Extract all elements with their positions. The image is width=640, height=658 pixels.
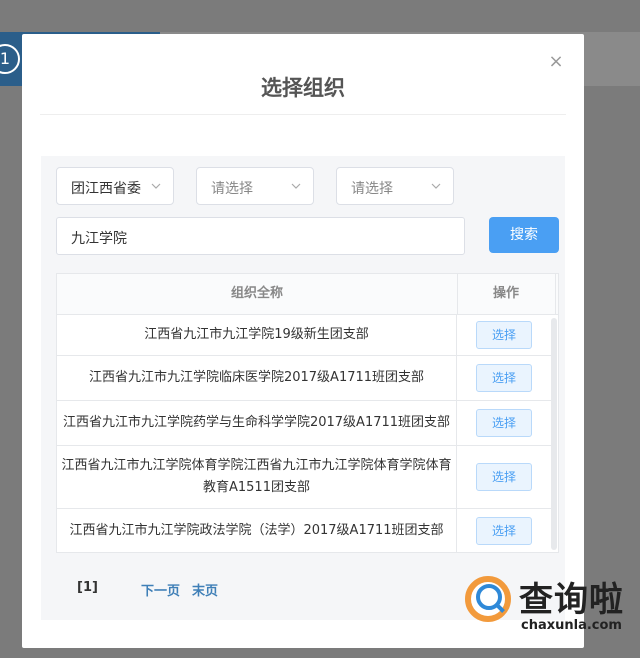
dialog-title: 选择组织 [261,76,345,100]
table-header: 组织全称 操作 [57,274,558,315]
province-select[interactable]: 团江西省委 [56,167,174,205]
pagination-next-link[interactable]: 下一页 [141,580,180,599]
school-select-placeholder: 请选择 [351,181,393,197]
chevron-down-icon [151,183,161,189]
table-scrollbar[interactable] [551,318,557,550]
filter-panel: 团江西省委 请选择 请选择 九江学院 搜索 组织全称 操作 江西省九江市九江学院… [41,156,565,620]
pagination-current: [1] [77,580,98,595]
table-row: 江西省九江市九江学院临床医学院2017级A1711班团支部 选择 [57,356,551,401]
city-select-placeholder: 请选择 [211,181,253,197]
select-button[interactable]: 选择 [476,409,532,437]
pagination-last-link[interactable]: 末页 [192,580,218,599]
table-row: 江西省九江市九江学院政法学院（法学）2017级A1711班团支部 选择 [57,509,551,552]
column-header-name: 组织全称 [57,274,458,314]
keyword-search-input[interactable]: 九江学院 [56,217,465,255]
chevron-down-icon [291,183,301,189]
watermark-brand: 查询啦 [519,580,624,620]
table-row: 江西省九江市九江学院药学与生命科学学院2017级A1711班团支部 选择 [57,401,551,446]
search-button[interactable]: 搜索 [489,217,559,253]
organization-name: 江西省九江市九江学院临床医学院2017级A1711班团支部 [57,356,457,400]
select-button[interactable]: 选择 [476,517,532,545]
organization-name: 江西省九江市九江学院药学与生命科学学院2017级A1711班团支部 [57,401,457,445]
select-button[interactable]: 选择 [476,321,532,349]
select-organization-dialog: × 选择组织 团江西省委 请选择 请选择 九江学院 搜索 组织全称 操作 江西省… [22,34,584,648]
column-header-action: 操作 [457,274,556,314]
organization-name: 江西省九江市九江学院政法学院（法学）2017级A1711班团支部 [57,509,457,552]
watermark-logo: 查询啦 chaxunla.com [461,570,631,640]
school-select[interactable]: 请选择 [336,167,454,205]
organization-name: 江西省九江市九江学院体育学院江西省九江市九江学院体育学院体育教育A1511团支部 [57,446,457,508]
province-select-value: 团江西省委 [71,181,141,197]
select-button[interactable]: 选择 [476,463,532,491]
chevron-down-icon [431,183,441,189]
magnifier-icon [465,576,511,622]
organization-name: 江西省九江市九江学院19级新生团支部 [57,315,457,355]
select-button[interactable]: 选择 [476,364,532,392]
table-row: 江西省九江市九江学院19级新生团支部 选择 [57,315,551,356]
organization-table: 组织全称 操作 江西省九江市九江学院19级新生团支部 选择 江西省九江市九江学院… [56,273,559,553]
watermark-url: chaxunla.com [521,618,622,633]
title-divider [40,114,566,115]
city-select[interactable]: 请选择 [196,167,314,205]
table-row: 江西省九江市九江学院体育学院江西省九江市九江学院体育学院体育教育A1511团支部… [57,446,551,509]
close-icon[interactable]: × [548,53,564,71]
